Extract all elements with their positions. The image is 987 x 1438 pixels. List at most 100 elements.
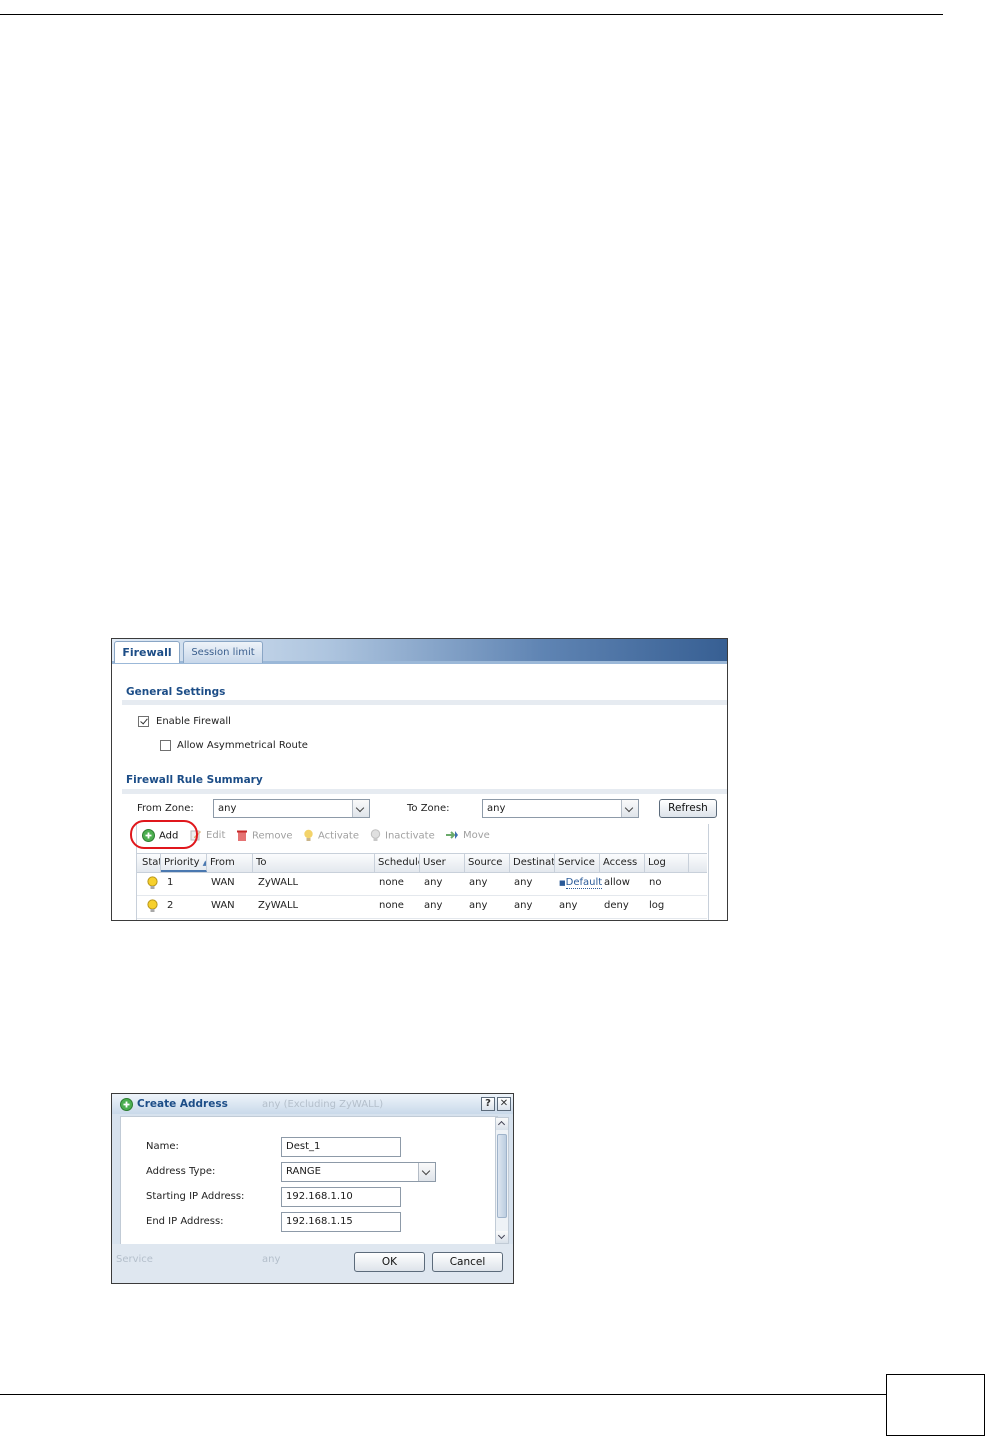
section-divider: [122, 700, 727, 705]
chevron-down-icon[interactable]: [418, 1163, 435, 1181]
allow-asymmetrical-route-checkbox[interactable]: [160, 740, 171, 751]
tab-session-limit[interactable]: Session limit: [183, 641, 263, 663]
col-service[interactable]: Service: [555, 854, 600, 872]
end-ip-label: End IP Address:: [146, 1216, 224, 1227]
activate-label: Activate: [318, 830, 359, 842]
col-from[interactable]: From: [207, 854, 253, 872]
col-stat[interactable]: Stat: [137, 854, 161, 872]
bulb-on-icon: [147, 899, 158, 912]
cell-to: ZyWALL: [258, 877, 299, 888]
background-text: any (Excluding ZyWALL): [262, 1099, 384, 1110]
firewall-screen: Firewall Session limit General Settings …: [111, 638, 728, 921]
ok-button[interactable]: OK: [354, 1252, 425, 1272]
from-zone-label: From Zone:: [137, 803, 194, 814]
general-settings-title: General Settings: [126, 686, 226, 698]
dialog-title: Create Address: [137, 1098, 228, 1110]
table-header: Stat Priority▲ From To Schedule User Sou…: [137, 853, 707, 873]
to-zone-label: To Zone:: [407, 803, 450, 814]
starting-ip-label: Starting IP Address:: [146, 1191, 245, 1202]
inactivate-button[interactable]: Inactivate: [370, 829, 435, 842]
scroll-thumb[interactable]: [497, 1134, 507, 1218]
help-button[interactable]: ?: [481, 1097, 495, 1111]
cell-from: WAN: [211, 900, 235, 911]
activate-button[interactable]: Activate: [303, 829, 359, 842]
cell-destination: any: [514, 900, 533, 911]
enable-firewall-label: Enable Firewall: [156, 716, 231, 727]
background-text: Service: [116, 1254, 153, 1265]
cell-to: ZyWALL: [258, 900, 299, 911]
enable-firewall-checkbox[interactable]: [138, 716, 149, 727]
header-rule: [0, 14, 943, 15]
name-label: Name:: [146, 1141, 179, 1152]
col-destination[interactable]: Destinati: [510, 854, 555, 872]
col-user[interactable]: User: [420, 854, 465, 872]
move-icon: [446, 831, 458, 839]
page-number-box: [886, 1374, 985, 1436]
col-access[interactable]: Access: [600, 854, 645, 872]
cell-access: deny: [604, 900, 629, 911]
move-label: Move: [463, 830, 490, 841]
background-text: any: [262, 1254, 281, 1265]
edit-label: Edit: [206, 830, 226, 841]
cell-log: log: [649, 900, 665, 911]
remove-button[interactable]: Remove: [236, 829, 293, 842]
col-source[interactable]: Source: [465, 854, 510, 872]
starting-ip-input[interactable]: 192.168.1.10: [281, 1187, 401, 1207]
cancel-button[interactable]: Cancel: [432, 1252, 503, 1272]
cell-schedule: none: [379, 900, 404, 911]
move-button[interactable]: Move: [445, 829, 490, 841]
allow-asymmetrical-route-label: Allow Asymmetrical Route: [177, 740, 308, 751]
cell-priority: 1: [167, 877, 174, 888]
cell-service-link[interactable]: ■Default: [559, 877, 603, 889]
col-schedule[interactable]: Schedule: [375, 854, 420, 872]
help-icon: ?: [485, 1098, 491, 1109]
from-zone-value: any: [218, 803, 237, 814]
col-to[interactable]: To: [253, 854, 375, 872]
cell-user: any: [424, 900, 443, 911]
cell-schedule: none: [379, 877, 404, 888]
chevron-down-icon[interactable]: [621, 800, 638, 817]
scroll-up-icon[interactable]: [496, 1118, 508, 1130]
table-row[interactable]: 1 WAN ZyWALL none any any any ■Default a…: [137, 872, 707, 896]
cell-priority: 2: [167, 900, 174, 911]
bulb-icon: [304, 829, 313, 841]
from-zone-select[interactable]: any: [213, 799, 370, 818]
footer-rule: [0, 1394, 886, 1395]
service-object-icon: ■: [559, 879, 566, 887]
rule-summary-title: Firewall Rule Summary: [126, 774, 263, 786]
cell-destination: any: [514, 877, 533, 888]
close-button[interactable]: ✕: [497, 1097, 511, 1111]
to-zone-value: any: [487, 803, 506, 814]
tab-firewall[interactable]: Firewall: [114, 641, 180, 663]
dialog-title-bar: Create Address any (Excluding ZyWALL) ? …: [112, 1094, 513, 1114]
cell-from: WAN: [211, 877, 235, 888]
name-input[interactable]: Dest_1: [281, 1137, 401, 1157]
end-ip-input[interactable]: 192.168.1.15: [281, 1212, 401, 1232]
cell-service: any: [559, 900, 578, 911]
bulb-off-icon: [370, 829, 381, 841]
cell-source: any: [469, 900, 488, 911]
dialog-footer: Service any OK Cancel: [112, 1244, 513, 1283]
refresh-button[interactable]: Refresh: [659, 799, 717, 818]
highlight-circle: [130, 820, 198, 849]
address-type-value: RANGE: [286, 1166, 321, 1177]
cell-user: any: [424, 877, 443, 888]
cell-log: no: [649, 877, 662, 888]
dialog-body: Name: Dest_1 Address Type: RANGE Startin…: [120, 1116, 498, 1246]
col-priority[interactable]: Priority▲: [161, 854, 207, 872]
section-divider: [122, 789, 727, 794]
address-type-select[interactable]: RANGE: [281, 1162, 436, 1182]
cell-source: any: [469, 877, 488, 888]
to-zone-select[interactable]: any: [482, 799, 639, 818]
col-priority-label: Priority: [164, 857, 200, 868]
close-icon: ✕: [499, 1098, 509, 1109]
add-icon: [120, 1098, 133, 1111]
address-type-label: Address Type:: [146, 1166, 216, 1177]
vertical-scrollbar[interactable]: [495, 1117, 509, 1244]
chevron-down-icon[interactable]: [352, 800, 369, 817]
remove-label: Remove: [252, 830, 293, 842]
create-address-dialog: Create Address any (Excluding ZyWALL) ? …: [111, 1093, 514, 1284]
table-row[interactable]: 2 WAN ZyWALL none any any any any deny l…: [137, 895, 707, 919]
col-log[interactable]: Log: [645, 854, 689, 872]
scroll-down-icon[interactable]: [496, 1231, 508, 1243]
